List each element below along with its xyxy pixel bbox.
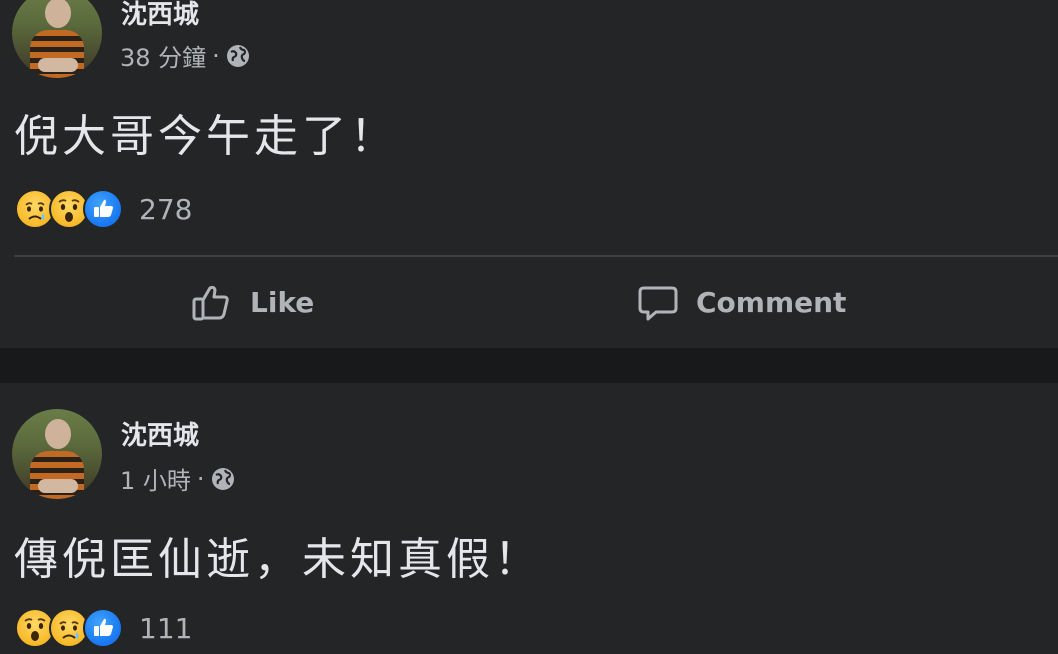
author-name[interactable]: 沈西城 [121, 415, 199, 452]
globe-icon[interactable] [226, 44, 250, 68]
reaction-summary[interactable]: 111 [15, 607, 192, 649]
post-meta: 38 分鐘 · [120, 38, 250, 73]
like-label: Like [250, 285, 315, 319]
like-reaction-icon [83, 608, 123, 648]
author-name[interactable]: 沈西城 [121, 0, 199, 31]
reaction-summary[interactable]: 278 [15, 188, 192, 230]
comment-button[interactable]: Comment [636, 278, 846, 326]
reaction-count[interactable]: 111 [139, 612, 192, 645]
globe-icon[interactable] [211, 467, 235, 491]
divider [14, 255, 1058, 257]
post-meta: 1 小時 · [120, 461, 235, 496]
comment-label: Comment [696, 285, 847, 319]
post-card: 沈西城 38 分鐘 · 倪大哥今午走了！ 278 Like Comment [0, 0, 1058, 348]
post-text: 傳倪匡仙逝，未知真假！ [14, 534, 542, 585]
post-text: 倪大哥今午走了！ [14, 111, 398, 162]
post-timestamp[interactable]: 38 分鐘 [120, 38, 206, 73]
thumbs-up-icon [192, 285, 229, 321]
reaction-count[interactable]: 278 [139, 193, 192, 226]
post-timestamp[interactable]: 1 小時 [120, 461, 191, 496]
comment-bubble-icon [638, 286, 678, 321]
post-card: 沈西城 1 小時 · 傳倪匡仙逝，未知真假！ 111 [0, 383, 1058, 654]
meta-separator: · [212, 41, 220, 70]
author-avatar[interactable] [12, 409, 102, 499]
like-reaction-icon [83, 189, 123, 229]
like-button[interactable]: Like [190, 278, 314, 326]
author-avatar[interactable] [12, 0, 102, 78]
meta-separator: · [196, 464, 205, 493]
